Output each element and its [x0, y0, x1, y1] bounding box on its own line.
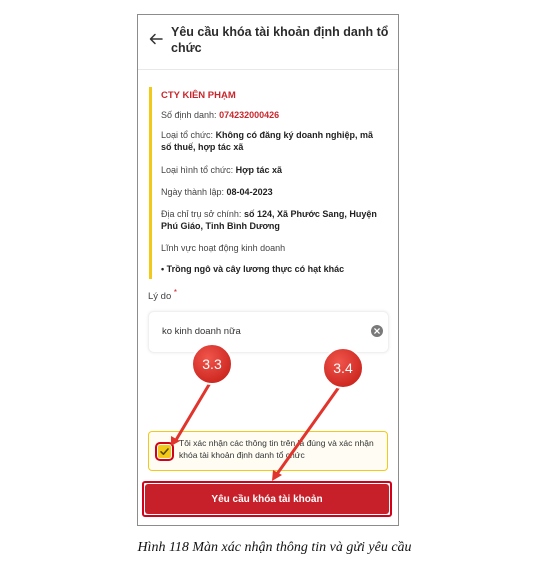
callout-3-3: 3.3 [171, 343, 233, 446]
callout-overlay: 3.3 3.4 [171, 343, 364, 481]
callout-3-4: 3.4 [272, 347, 364, 481]
figure-caption: Hình 118 Màn xác nhận thông tin và gửi y… [137, 540, 412, 555]
callout-3-4-label: 3.4 [333, 360, 353, 376]
callout-3-3-line [174, 382, 212, 441]
callout-3-3-label: 3.3 [202, 356, 222, 372]
callout-3-4-line [275, 386, 341, 475]
